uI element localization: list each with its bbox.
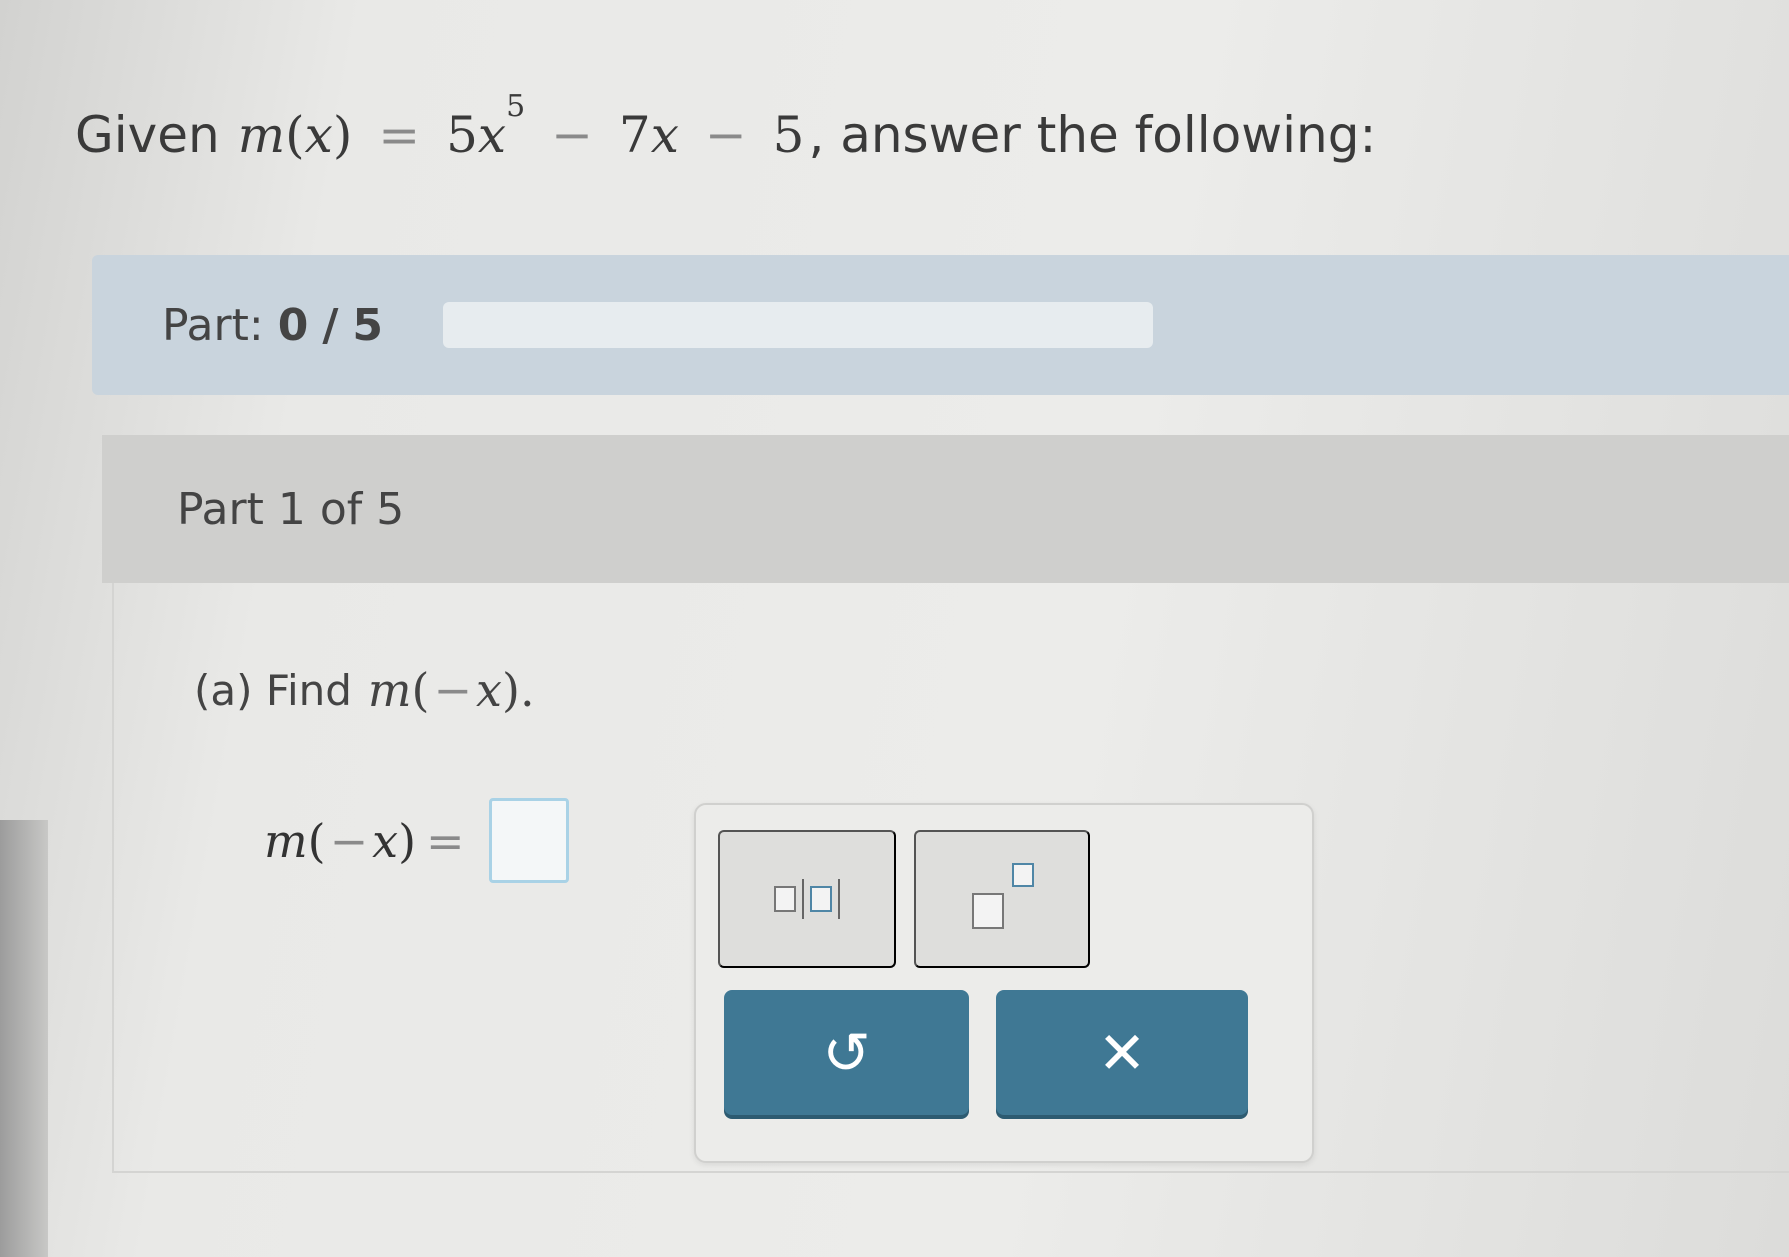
progress-label: Part: 0 / 5 bbox=[162, 299, 384, 351]
answer-row: m(−x) = bbox=[264, 798, 569, 883]
part-header: Part 1 of 5 bbox=[102, 435, 1789, 583]
question-statement: Given m(x) = 5x5 − 7x − 5 , answer the f… bbox=[75, 80, 1376, 190]
absolute-value-button[interactable] bbox=[718, 830, 896, 968]
answer-input[interactable] bbox=[488, 798, 569, 883]
prompt-expression: m(−x). bbox=[367, 663, 535, 717]
part-progress-bar: Part: 0 / 5 bbox=[92, 255, 1789, 395]
question-function: m(x) = 5x5 − 7x − 5 bbox=[237, 89, 805, 164]
undo-icon: ↺ bbox=[822, 1020, 871, 1086]
part-content: (a) Find m(−x). m(−x) = ↺ ✕ bbox=[112, 583, 1789, 1173]
undo-button[interactable]: ↺ bbox=[724, 990, 969, 1115]
screen-edge bbox=[0, 820, 48, 1257]
math-palette: ↺ ✕ bbox=[694, 803, 1314, 1163]
progress-track bbox=[443, 302, 1154, 348]
exponent-button[interactable] bbox=[914, 830, 1090, 968]
close-icon: ✕ bbox=[1097, 1020, 1147, 1086]
exponent-icon bbox=[962, 863, 1042, 929]
part-title: Part 1 of 5 bbox=[177, 483, 405, 535]
part-a-prompt: (a) Find m(−x). bbox=[194, 663, 535, 717]
question-suffix: , answer the following: bbox=[808, 106, 1377, 164]
answer-expression: m(−x) = bbox=[264, 813, 465, 868]
question-prefix: Given bbox=[75, 106, 220, 164]
absolute-value-icon bbox=[774, 879, 840, 919]
clear-button[interactable]: ✕ bbox=[996, 990, 1248, 1115]
page: Given m(x) = 5x5 − 7x − 5 , answer the f… bbox=[0, 0, 1789, 1257]
